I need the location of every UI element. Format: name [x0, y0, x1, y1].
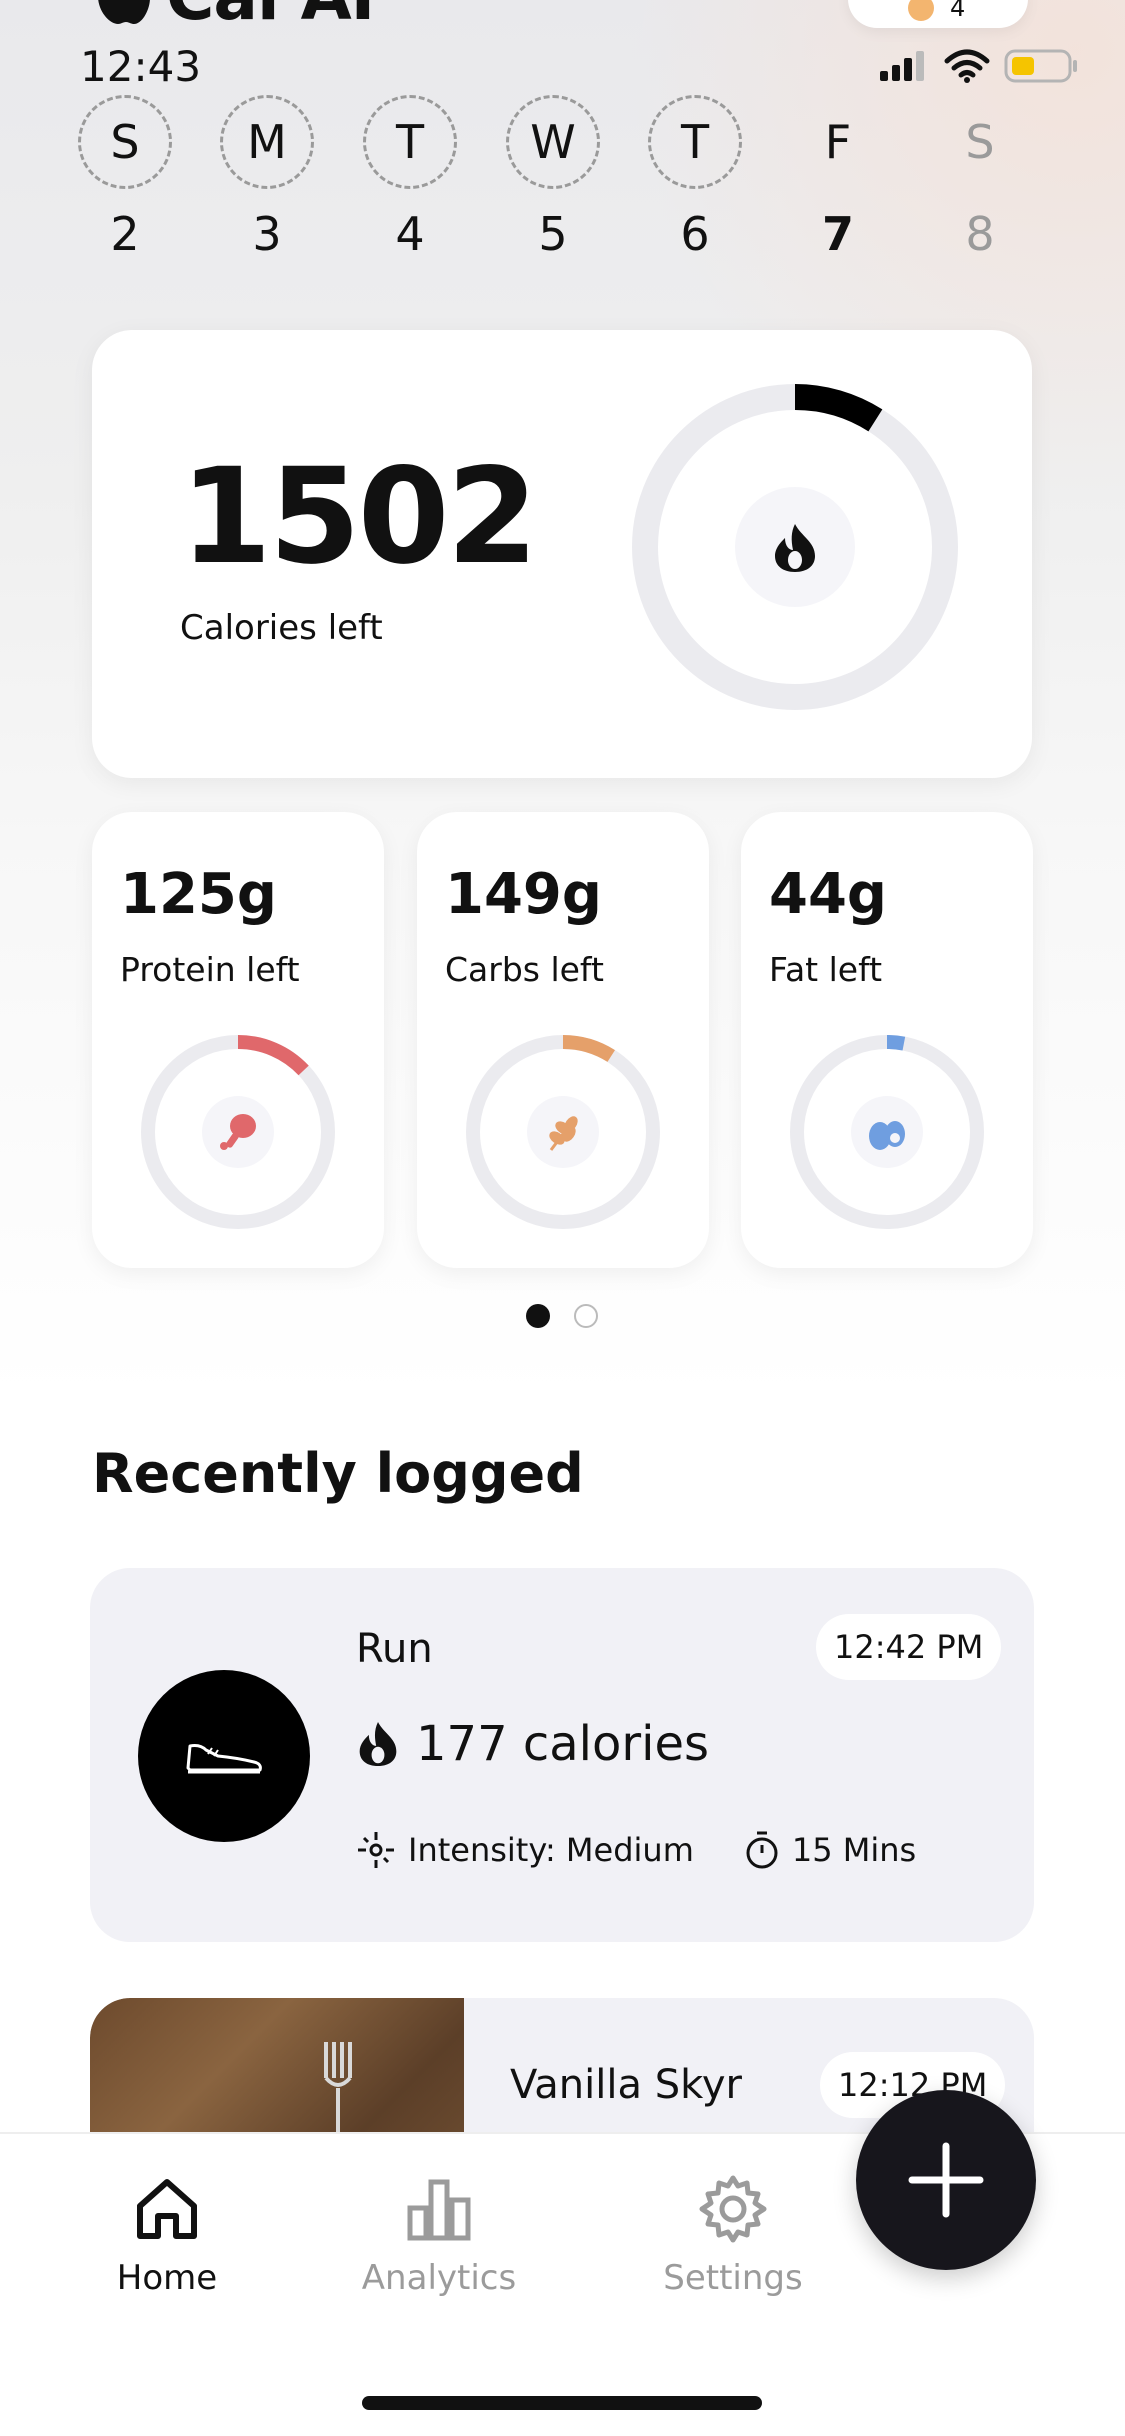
day-saturday[interactable]: S 8 [933, 95, 1027, 261]
page-dot-active[interactable] [526, 1304, 550, 1328]
calories-ring [632, 384, 958, 710]
day-number: 6 [680, 207, 710, 261]
day-wednesday[interactable]: W 5 [506, 95, 600, 261]
home-indicator [362, 2396, 762, 2410]
cellular-signal-icon [880, 51, 924, 81]
day-tuesday[interactable]: T 4 [363, 95, 457, 261]
day-sunday[interactable]: S 2 [78, 95, 172, 261]
calories-card[interactable]: 1502 Calories left [92, 330, 1032, 778]
carbs-ring [466, 1035, 660, 1229]
calories-left-label: Calories left [180, 608, 383, 648]
day-letter: F [824, 115, 852, 169]
carbs-left-value: 149g [445, 862, 602, 927]
run-avatar [138, 1670, 310, 1842]
run-name: Run [356, 1626, 433, 1672]
tab-analytics-label: Analytics [361, 2258, 517, 2298]
day-letter: M [220, 95, 314, 189]
tab-settings-label: Settings [663, 2258, 803, 2298]
intensity-sparkle-icon [358, 1832, 394, 1868]
logged-run-entry[interactable]: Run 12:42 PM 177 calories Intensity: Med… [90, 1568, 1034, 1942]
day-monday[interactable]: M 3 [220, 95, 314, 261]
streak-flame-icon [908, 0, 934, 21]
home-icon [137, 2179, 197, 2239]
carbs-left-label: Carbs left [445, 950, 604, 989]
stopwatch-icon [746, 1831, 778, 1869]
day-number: 2 [110, 207, 140, 261]
day-thursday[interactable]: T 6 [648, 95, 742, 261]
calories-left-value: 1502 [180, 440, 538, 594]
food-name: Vanilla Skyr [510, 2062, 742, 2108]
protein-left-label: Protein left [120, 950, 300, 989]
page-indicator[interactable] [526, 1304, 598, 1328]
run-intensity: Intensity: Medium [408, 1831, 694, 1869]
day-number: 3 [252, 207, 282, 261]
day-letter: T [648, 95, 742, 189]
battery-icon [1004, 49, 1077, 83]
protein-left-value: 125g [120, 862, 277, 927]
day-number: 5 [538, 207, 568, 261]
app-title: Cal AI [92, 0, 375, 35]
sneaker-icon [186, 1744, 262, 1774]
wifi-icon [944, 49, 990, 83]
page-dot[interactable] [574, 1304, 598, 1328]
fat-left-value: 44g [769, 862, 888, 927]
streak-pill[interactable]: 4 [848, 0, 1028, 28]
tab-home[interactable]: Home [67, 2174, 267, 2298]
day-friday-today[interactable]: F 7 [791, 95, 885, 261]
gear-icon [699, 2175, 767, 2243]
day-number: 4 [395, 207, 425, 261]
day-letter: S [965, 115, 995, 169]
bar-chart-icon [407, 2179, 471, 2241]
tab-analytics[interactable]: Analytics [339, 2174, 539, 2298]
status-icons [878, 48, 1080, 84]
run-duration: 15 Mins [791, 1831, 917, 1869]
run-meta: Intensity: Medium 15 Mins [356, 1830, 916, 1870]
week-strip: S 2 M 3 T 4 W 5 T 6 F 7 S 8 [78, 95, 1038, 265]
carbs-card[interactable]: 149g Carbs left [417, 812, 709, 1268]
day-letter: S [78, 95, 172, 189]
status-time: 12:43 [80, 42, 202, 91]
flame-icon [359, 1722, 397, 1766]
day-letter: W [506, 95, 600, 189]
recently-logged-title: Recently logged [92, 1442, 584, 1505]
tab-home-label: Home [116, 2258, 218, 2298]
fat-left-label: Fat left [769, 950, 883, 989]
apple-logo-icon [98, 0, 150, 24]
fat-ring [790, 1035, 984, 1229]
day-number: 7 [821, 207, 854, 261]
add-entry-button[interactable] [856, 2090, 1036, 2270]
protein-ring [141, 1035, 335, 1229]
run-time: 12:42 PM [816, 1614, 1002, 1680]
streak-count: 4 [950, 0, 966, 22]
run-calories: 177 calories [356, 1716, 709, 1772]
day-number: 8 [965, 207, 995, 261]
fat-card[interactable]: 44g Fat left [741, 812, 1033, 1268]
day-letter: T [363, 95, 457, 189]
protein-card[interactable]: 125g Protein left [92, 812, 384, 1268]
run-calories-text: 177 calories [416, 1716, 709, 1772]
tab-settings[interactable]: Settings [633, 2174, 833, 2298]
app-title-text: Cal AI [166, 0, 375, 35]
plus-icon [908, 2142, 984, 2218]
